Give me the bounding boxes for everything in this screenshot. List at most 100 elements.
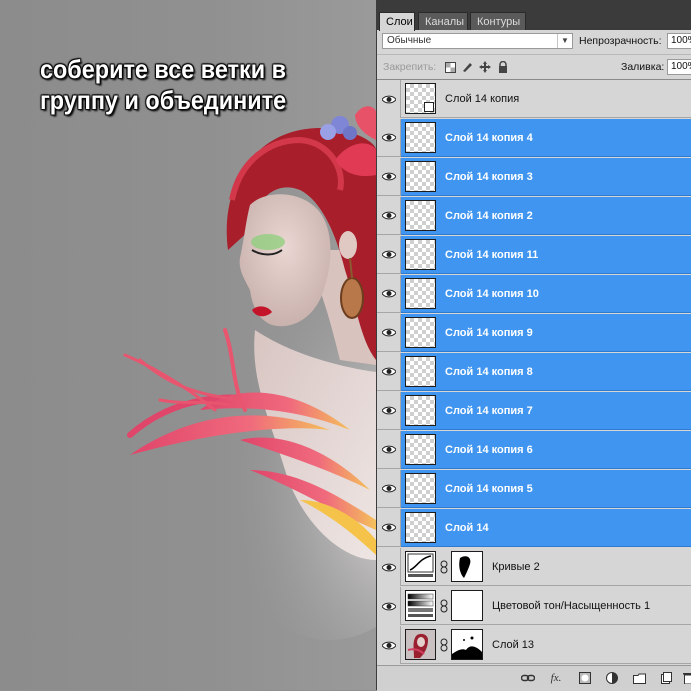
adjustment-layer-icon[interactable] xyxy=(605,671,619,685)
smart-object-icon xyxy=(424,102,434,112)
layer-thumbnail xyxy=(405,122,436,153)
layer-thumbnail xyxy=(405,512,436,543)
eye-icon xyxy=(382,95,396,104)
layer-row[interactable]: Слой 14 копия xyxy=(377,80,691,118)
layer-thumbnail xyxy=(405,473,436,504)
visibility-toggle[interactable] xyxy=(377,587,401,625)
layer-thumbnail xyxy=(405,200,436,231)
delete-layer-icon[interactable] xyxy=(681,671,691,685)
opacity-label: Непрозрачность: xyxy=(579,35,662,47)
instruction-text: соберите все ветки в группу и объедините xyxy=(40,54,337,116)
eye-icon xyxy=(382,641,396,650)
layer-name: Слой 14 копия 8 xyxy=(445,353,533,391)
layers-list: Слой 14 копия Слой 14 копия 4 Слой 14 ко… xyxy=(377,80,691,665)
add-mask-icon[interactable] xyxy=(578,671,592,685)
visibility-toggle[interactable] xyxy=(377,392,401,430)
visibility-toggle[interactable] xyxy=(377,431,401,469)
opacity-field[interactable]: 100% xyxy=(667,33,691,49)
layer-row[interactable]: Слой 14 копия 8 xyxy=(377,353,691,391)
layers-panel: Слои Каналы Контуры Обычные ▼ Непрозрачн… xyxy=(376,0,691,690)
chevron-down-icon: ▼ xyxy=(557,34,572,48)
layer-row[interactable]: Слой 14 копия 9 xyxy=(377,314,691,352)
visibility-toggle[interactable] xyxy=(377,470,401,508)
lock-label: Закрепить: xyxy=(383,61,436,73)
fill-field[interactable]: 100% xyxy=(667,59,691,75)
curves-icon xyxy=(405,551,436,582)
layer-row[interactable]: Слой 14 xyxy=(377,509,691,547)
link-icon[interactable] xyxy=(440,638,448,652)
lock-transparency-icon[interactable] xyxy=(444,61,456,73)
layer-name: Слой 14 копия 9 xyxy=(445,314,533,352)
layer-mask-thumbnail xyxy=(451,551,483,582)
layer-name: Слой 14 копия xyxy=(445,80,519,118)
visibility-toggle[interactable] xyxy=(377,119,401,157)
tab-channels[interactable]: Каналы xyxy=(418,12,468,30)
visibility-toggle[interactable] xyxy=(377,80,401,118)
blend-mode-value: Обычные xyxy=(387,35,431,46)
fx-icon[interactable]: fx. xyxy=(549,671,563,685)
blend-row: Обычные ▼ Непрозрачность: 100% xyxy=(377,30,691,55)
layer-row[interactable]: Слой 14 копия 11 xyxy=(377,236,691,274)
eye-icon xyxy=(382,445,396,454)
layer-mask-thumbnail xyxy=(451,629,483,660)
layers-footer-toolbar: fx. xyxy=(377,665,691,691)
lock-pixels-icon[interactable] xyxy=(461,61,473,73)
layer-row[interactable]: Слой 13 xyxy=(377,626,691,664)
lock-position-icon[interactable] xyxy=(479,61,491,73)
layer-name: Слой 14 копия 4 xyxy=(445,119,533,157)
eye-icon xyxy=(382,563,396,572)
panel-tab-bar: Слои Каналы Контуры xyxy=(377,0,691,30)
link-icon[interactable] xyxy=(440,560,448,574)
document-canvas[interactable]: соберите все ветки в группу и объедините xyxy=(0,0,376,690)
layer-row[interactable]: Слой 14 копия 4 xyxy=(377,119,691,157)
eye-icon xyxy=(382,602,396,611)
layer-name: Слой 14 копия 11 xyxy=(445,236,538,274)
visibility-toggle[interactable] xyxy=(377,626,401,664)
visibility-toggle[interactable] xyxy=(377,158,401,196)
link-layers-icon[interactable] xyxy=(521,671,535,685)
new-layer-icon[interactable] xyxy=(659,671,673,685)
layer-row[interactable]: Слой 14 копия 3 xyxy=(377,158,691,196)
new-group-icon[interactable] xyxy=(632,671,646,685)
layer-thumbnail xyxy=(405,356,436,387)
tab-layers[interactable]: Слои xyxy=(379,12,415,31)
visibility-toggle[interactable] xyxy=(377,548,401,586)
layer-row[interactable]: Слой 14 копия 5 xyxy=(377,470,691,508)
layer-thumbnail xyxy=(405,278,436,309)
layer-name: Слой 13 xyxy=(492,626,534,664)
layer-name: Слой 14 копия 5 xyxy=(445,470,533,508)
visibility-toggle[interactable] xyxy=(377,197,401,235)
blend-mode-select[interactable]: Обычные ▼ xyxy=(382,33,573,49)
layer-name: Кривые 2 xyxy=(492,548,540,586)
layer-thumbnail xyxy=(405,83,436,114)
layer-row[interactable]: Слой 14 копия 2 xyxy=(377,197,691,235)
visibility-toggle[interactable] xyxy=(377,314,401,352)
eye-icon xyxy=(382,250,396,259)
layer-name: Слой 14 xyxy=(445,509,489,547)
layer-name: Цветовой тон/Насыщенность 1 xyxy=(492,587,650,625)
eye-icon xyxy=(382,328,396,337)
visibility-toggle[interactable] xyxy=(377,275,401,313)
photo-thumbnail xyxy=(405,629,436,660)
layer-mask-thumbnail xyxy=(451,590,483,621)
layer-row[interactable]: Кривые 2 xyxy=(377,548,691,586)
tab-paths[interactable]: Контуры xyxy=(470,12,526,30)
visibility-toggle[interactable] xyxy=(377,236,401,274)
layer-row[interactable]: Слой 14 копия 10 xyxy=(377,275,691,313)
link-icon[interactable] xyxy=(440,599,448,613)
eye-icon xyxy=(382,523,396,532)
layer-name: Слой 14 копия 7 xyxy=(445,392,533,430)
layer-row[interactable]: Слой 14 копия 7 xyxy=(377,392,691,430)
layer-row[interactable]: Слой 14 копия 6 xyxy=(377,431,691,469)
lock-all-icon[interactable] xyxy=(497,61,509,73)
eye-icon xyxy=(382,406,396,415)
layer-name: Слой 14 копия 10 xyxy=(445,275,539,313)
eye-icon xyxy=(382,289,396,298)
layer-name: Слой 14 копия 3 xyxy=(445,158,533,196)
layer-thumbnail xyxy=(405,395,436,426)
layer-row[interactable]: Цветовой тон/Насыщенность 1 xyxy=(377,587,691,625)
eye-icon xyxy=(382,484,396,493)
visibility-toggle[interactable] xyxy=(377,509,401,547)
visibility-toggle[interactable] xyxy=(377,353,401,391)
eye-icon xyxy=(382,211,396,220)
